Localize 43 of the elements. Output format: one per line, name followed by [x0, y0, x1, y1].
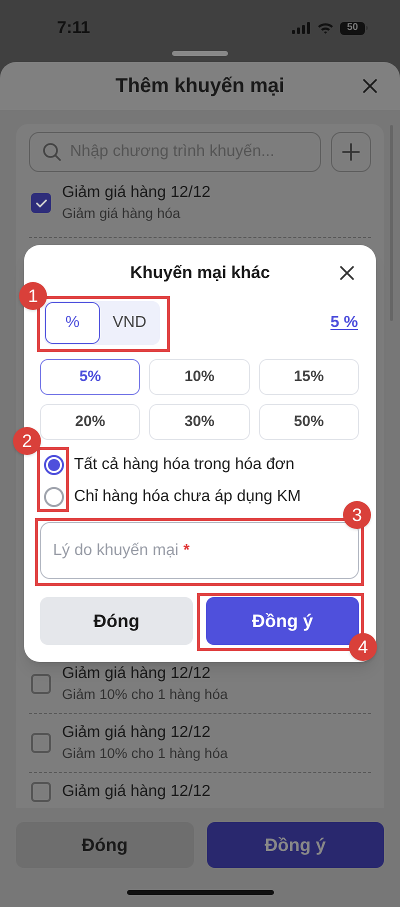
- reason-field[interactable]: Lý do khuyến mại: [53, 538, 178, 562]
- value-link[interactable]: 5 %: [330, 311, 358, 335]
- search-icon: [42, 142, 62, 162]
- add-button[interactable]: [331, 132, 371, 172]
- reason-box[interactable]: Lý do khuyến mại *: [40, 522, 359, 579]
- promotion-title[interactable]: Giảm giá hàng 12/12: [62, 723, 228, 743]
- close-button[interactable]: Đóng: [16, 822, 194, 868]
- preset-chip[interactable]: 30%: [149, 404, 250, 440]
- promotion-description: Giảm giá hàng hóa: [62, 204, 182, 223]
- plus-icon: [342, 143, 360, 161]
- radio-button[interactable]: [44, 455, 64, 475]
- close-button[interactable]: [339, 265, 355, 281]
- annotation-frame: [37, 447, 69, 512]
- checkbox[interactable]: [31, 674, 51, 694]
- preset-chip[interactable]: 10%: [149, 359, 250, 395]
- dialog-title: Khuyến mại khác: [130, 262, 270, 284]
- confirm-button[interactable]: Đồng ý: [206, 597, 359, 645]
- wifi-icon: [317, 22, 334, 34]
- promotion-description: Giảm 10% cho 1 hàng hóa: [62, 744, 228, 763]
- promotion-title[interactable]: Giảm giá hàng 12/12: [62, 782, 211, 802]
- preset-chip[interactable]: 20%: [40, 404, 140, 440]
- checkbox[interactable]: [31, 733, 51, 753]
- radio-label[interactable]: Chỉ hàng hóa chưa áp dụng KM: [74, 485, 301, 509]
- promotion-title[interactable]: Giảm giá hàng 12/12: [62, 183, 211, 203]
- check-icon: [36, 198, 46, 208]
- sheet-grabber[interactable]: [172, 51, 228, 56]
- sheet-title: Thêm khuyến mại: [116, 74, 284, 99]
- preset-chip[interactable]: 15%: [258, 359, 359, 395]
- radio-button[interactable]: [44, 487, 64, 507]
- promotion-title[interactable]: Giảm giá hàng 12/12: [62, 664, 228, 684]
- checkbox[interactable]: [31, 193, 51, 213]
- unit-tab[interactable]: %: [45, 302, 100, 344]
- confirm-button[interactable]: Đồng ý: [206, 822, 384, 868]
- signal-icon: [292, 22, 311, 34]
- close-button[interactable]: Đóng: [40, 597, 193, 645]
- required-mark: *: [183, 541, 190, 561]
- battery-level: 50: [340, 22, 365, 34]
- unit-tab[interactable]: VND: [100, 302, 159, 344]
- checkbox[interactable]: [31, 782, 51, 802]
- preset-chip[interactable]: 50%: [258, 404, 359, 440]
- promotion-description: Giảm 10% cho 1 hàng hóa: [62, 685, 228, 704]
- radio-label[interactable]: Tất cả hàng hóa trong hóa đơn: [74, 453, 294, 477]
- preset-chip[interactable]: 5%: [40, 359, 140, 395]
